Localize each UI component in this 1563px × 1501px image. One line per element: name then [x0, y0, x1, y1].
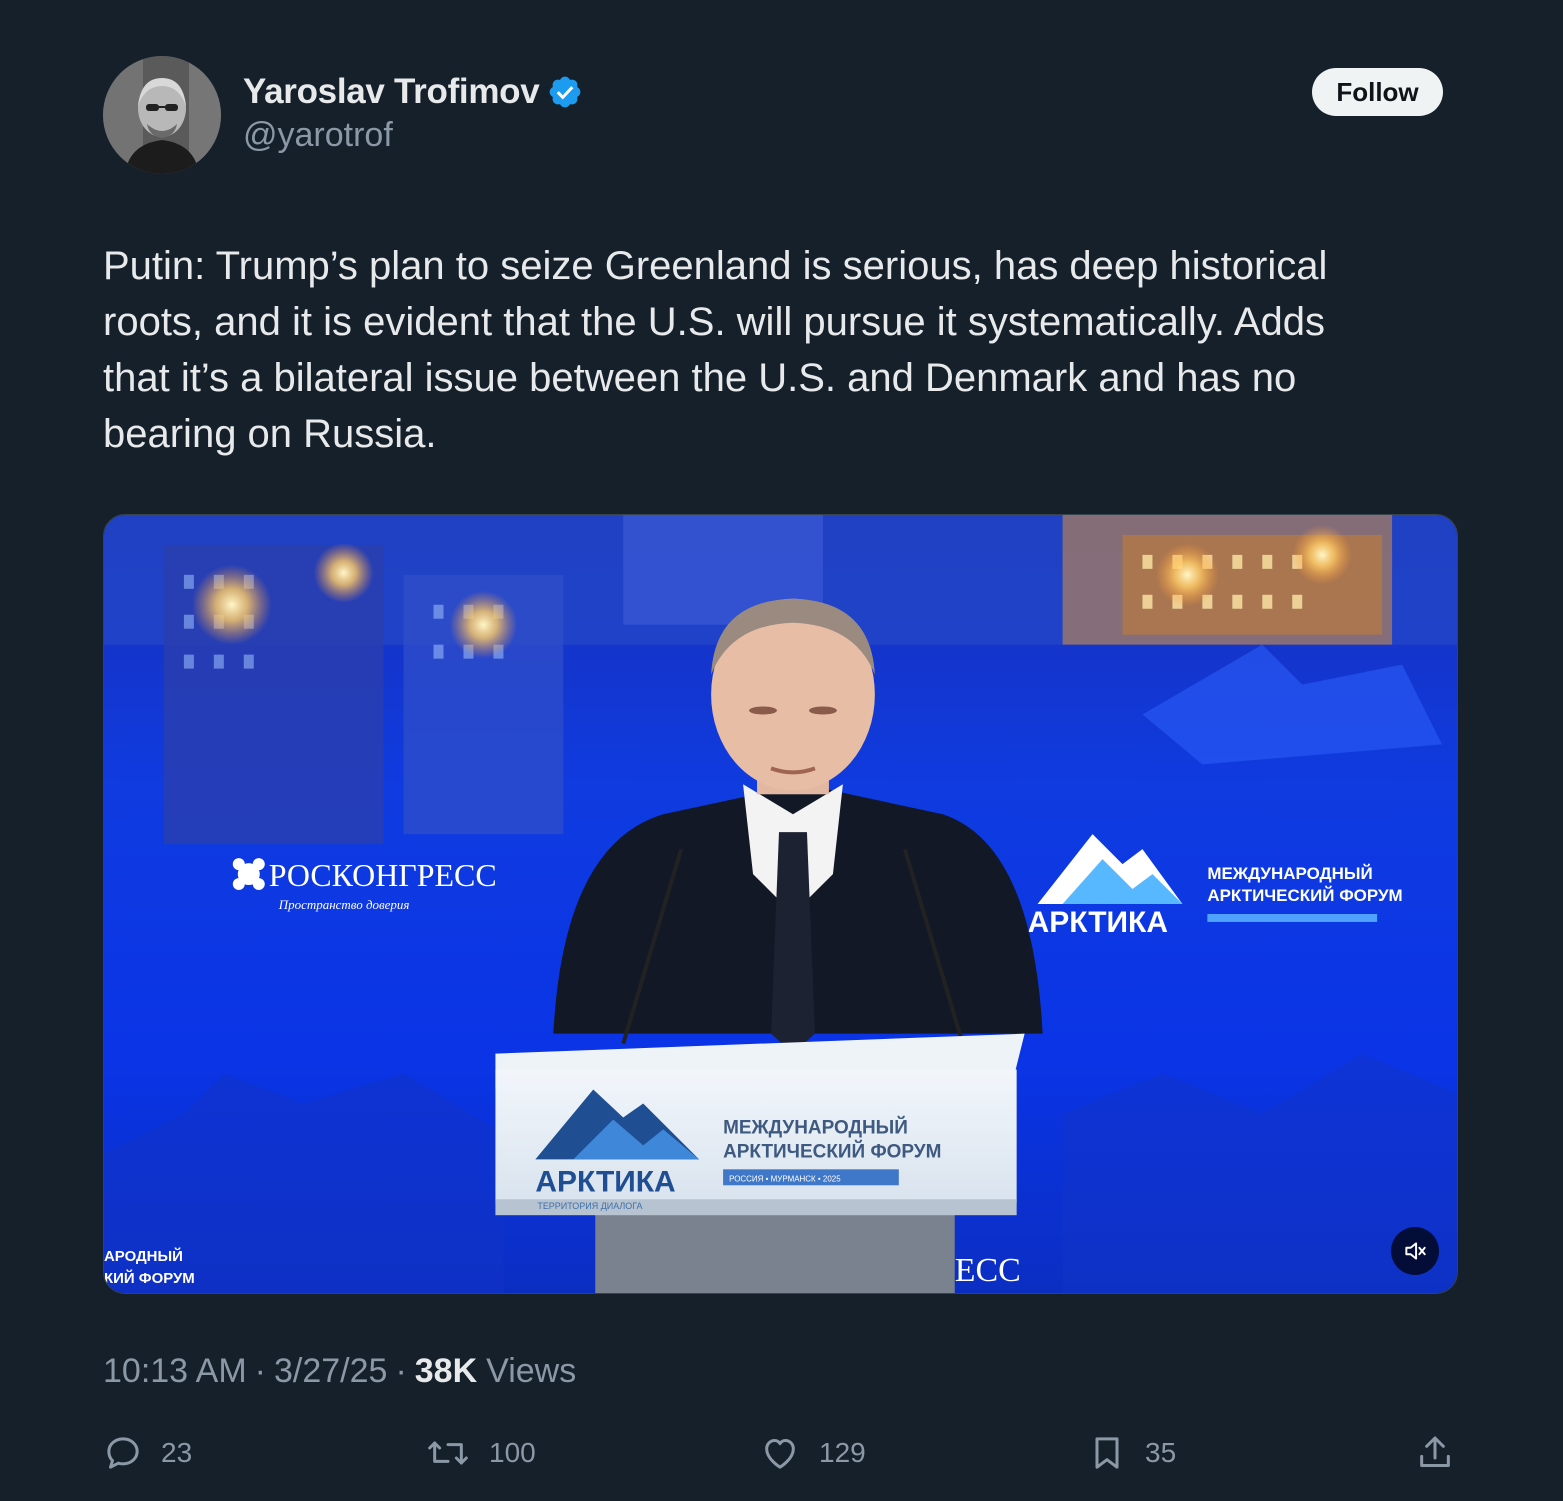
repost-button[interactable]: 100: [425, 1425, 536, 1481]
author-handle[interactable]: @yarotrof: [243, 116, 393, 155]
author-name-row: Yaroslav Trofimov: [243, 70, 583, 114]
author-avatar[interactable]: [103, 56, 221, 174]
podium-title-line2: АРКТИЧЕСКИЙ ФОРУМ: [723, 1140, 941, 1162]
tweet-time[interactable]: 10:13 AM: [103, 1352, 247, 1391]
follow-button[interactable]: Follow: [1312, 68, 1443, 116]
volume-muted-icon: [1405, 1242, 1426, 1260]
meta-separator: ·: [254, 1351, 266, 1390]
podium-strip: РОССИЯ • МУРМАНСК • 2025: [729, 1174, 841, 1183]
video-frame: РОСКОНГРЕСС Пространство доверия АРКТИКА…: [104, 515, 1457, 1293]
right-logo-title-line2: АРКТИЧЕСКИЙ ФОРУМ: [1207, 886, 1402, 905]
views-label: Views: [486, 1351, 577, 1390]
like-count: 129: [819, 1437, 866, 1468]
tweet-date[interactable]: 3/27/25: [274, 1352, 387, 1391]
tweet-video[interactable]: РОСКОНГРЕСС Пространство доверия АРКТИКА…: [103, 514, 1458, 1294]
right-logo-title-line1: МЕЖДУНАРОДНЫЙ: [1207, 864, 1372, 883]
podium-title-line1: МЕЖДУНАРОДНЫЙ: [723, 1116, 908, 1138]
repost-count: 100: [489, 1437, 536, 1468]
views-count[interactable]: 38K: [415, 1352, 477, 1391]
bottom-left-text-line2: КИЙ ФОРУМ: [104, 1269, 195, 1287]
mute-button[interactable]: [1391, 1227, 1439, 1275]
tweet-actions: 23 100 129 35: [103, 1425, 1458, 1481]
tweet-meta: 10:13 AM · 3/27/25 · 38K Views: [103, 1348, 576, 1394]
like-button[interactable]: 129: [759, 1425, 866, 1481]
reply-button[interactable]: 23: [103, 1425, 192, 1481]
podium-logo-name: АРКТИКА: [535, 1165, 675, 1198]
left-logo-subtitle: Пространство доверия: [278, 897, 410, 912]
repost-icon: [428, 1441, 468, 1465]
right-logo-name: АРКТИКА: [1028, 906, 1168, 939]
left-logo-title: РОСКОНГРЕСС: [269, 858, 497, 893]
verified-badge-icon: [550, 76, 581, 108]
share-button[interactable]: [1415, 1425, 1455, 1481]
bottom-center-text: ЕСС: [955, 1252, 1021, 1289]
author-display-name[interactable]: Yaroslav Trofimov: [243, 72, 540, 112]
tweet-text: Putin: Trump’s plan to seize Greenland i…: [103, 244, 1328, 456]
heart-icon: [765, 1439, 795, 1469]
bookmark-button[interactable]: 35: [1087, 1425, 1176, 1481]
reply-icon: [107, 1437, 139, 1469]
podium-logo-subtitle: ТЕРРИТОРИЯ ДИАЛОГА: [537, 1201, 642, 1211]
bookmark-count: 35: [1145, 1437, 1177, 1468]
meta-separator: ·: [395, 1351, 407, 1390]
bottom-left-text-line1: АРОДНЫЙ: [104, 1247, 183, 1265]
reply-count: 23: [161, 1437, 193, 1468]
bookmark-icon: [1095, 1437, 1119, 1469]
share-icon: [1420, 1436, 1450, 1467]
